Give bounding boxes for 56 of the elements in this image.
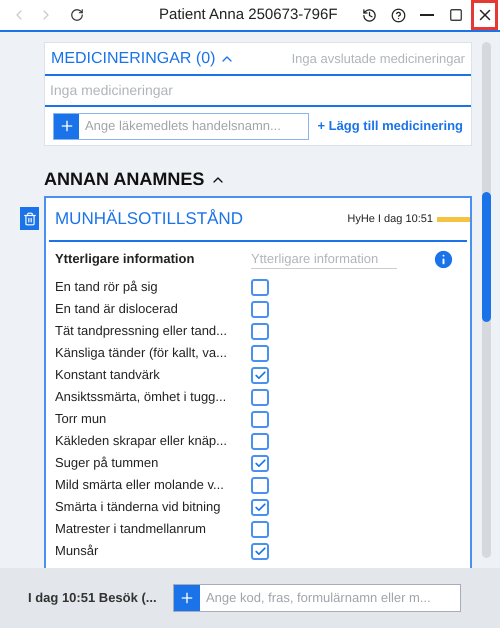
checkmark-icon	[254, 456, 266, 470]
checkbox-label: Torr mun	[55, 410, 108, 428]
form-title: MUNHÄLSOTILLSTÅND	[55, 208, 243, 230]
checkbox-label: En tand är dislocerad	[55, 300, 179, 318]
refresh-icon	[70, 8, 84, 22]
empty-list-text: Inga medicineringar	[50, 81, 173, 100]
status-bar	[437, 216, 470, 222]
visit-text: I dag 10:51 Besök (...	[28, 589, 158, 608]
checkbox[interactable]	[251, 520, 269, 538]
checkbox[interactable]	[251, 322, 269, 340]
checkbox[interactable]	[251, 476, 269, 494]
checkbox[interactable]	[251, 300, 269, 318]
plus-icon	[174, 585, 200, 611]
checkbox[interactable]	[251, 498, 269, 516]
help-icon	[390, 8, 406, 22]
checkbox-label: Ansiktssmärta, ömhet i tugg...	[55, 388, 228, 406]
checkmark-icon	[254, 544, 266, 558]
close-button[interactable]	[471, 0, 498, 30]
checkbox-label: Käkleden skrapar eller knäp...	[55, 432, 228, 450]
ended-medications-note: Inga avslutade medicineringar	[292, 50, 465, 68]
checkbox-label: En tand rör på sig	[55, 278, 159, 296]
add-medication-link[interactable]: + Lägg till medicinering	[317, 116, 463, 136]
code-search-field[interactable]: Ange kod, fras, formulärnamn eller m...	[173, 584, 461, 612]
checkbox-label: Tät tandpressning eller tand...	[55, 322, 228, 340]
checkmark-icon	[254, 368, 266, 382]
delete-button[interactable]	[20, 207, 39, 230]
maximize-icon	[448, 8, 463, 22]
medication-search-field[interactable]: Ange läkemedlets handelsnamn...	[53, 112, 309, 140]
checkmark-icon	[254, 500, 266, 514]
medications-header[interactable]: MEDICINERINGAR (0)	[51, 46, 236, 70]
checkbox-label: Känsliga tänder (för kallt, va...	[55, 344, 228, 362]
checkbox-label: Munsår	[55, 542, 100, 560]
checkbox[interactable]	[251, 542, 269, 560]
checkbox[interactable]	[251, 278, 269, 296]
history-icon	[362, 8, 377, 22]
checkbox[interactable]	[251, 366, 269, 384]
field-label: Ytterligare information	[55, 250, 196, 268]
checkbox[interactable]	[251, 388, 269, 406]
plus-icon	[54, 114, 79, 138]
trash-icon	[22, 212, 36, 226]
info-icon[interactable]	[432, 248, 455, 270]
checkbox[interactable]	[251, 410, 269, 428]
checkbox-label: Mild smärta eller molande v...	[55, 476, 225, 494]
checkbox[interactable]	[251, 344, 269, 362]
checkbox-label: Smärta i tänderna vid bitning	[55, 498, 222, 516]
checkbox-label: Matrester i tandmellanrum	[55, 520, 207, 538]
checkbox-label: Suger på tummen	[55, 454, 160, 472]
section-header[interactable]: ANNAN ANAMNES	[44, 166, 472, 193]
checkbox-label: Konstant tandvärk	[55, 366, 161, 384]
info-field[interactable]: Ytterligare information	[251, 248, 397, 270]
checkbox[interactable]	[251, 432, 269, 450]
window-title: Patient Anna 250673-796F	[158, 4, 338, 25]
checkbox[interactable]	[251, 454, 269, 472]
minimize-icon	[420, 14, 434, 16]
scrollbar[interactable]	[482, 42, 491, 558]
signature-text: HyHe I dag 10:51	[347, 212, 433, 227]
